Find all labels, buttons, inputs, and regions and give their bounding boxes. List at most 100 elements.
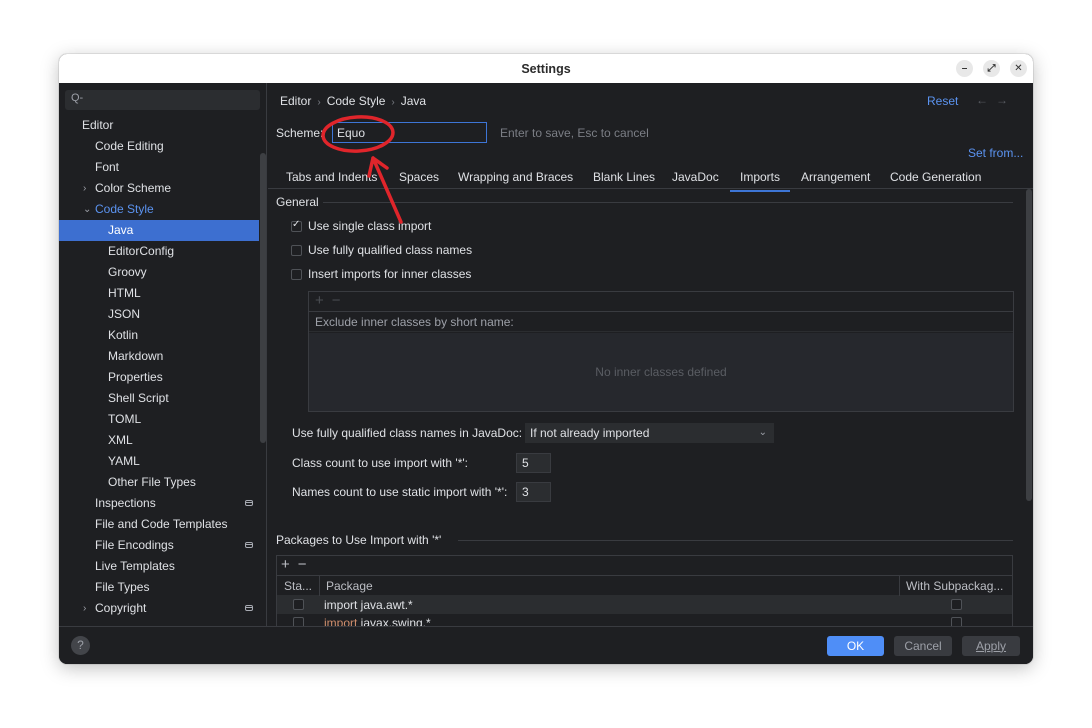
sidebar-item-editorconfig[interactable]: EditorConfig — [59, 241, 259, 262]
sidebar-item-other-file-types[interactable]: Other File Types — [59, 472, 259, 493]
tab-spaces[interactable]: Spaces — [399, 170, 439, 184]
checkbox-unchecked-icon[interactable] — [291, 244, 302, 256]
code-style-tabs: Tabs and Indents Spaces Wrapping and Bra… — [268, 165, 1033, 192]
set-from-link[interactable]: Set from... — [968, 146, 1023, 160]
sidebar-item-kotlin[interactable]: Kotlin — [59, 325, 259, 346]
help-button[interactable]: ? — [71, 636, 90, 655]
class-count-input[interactable]: 5 — [516, 453, 551, 473]
sidebar-item-editor[interactable]: Editor — [59, 115, 259, 136]
sidebar-item-code-style[interactable]: ⌄ Code Style — [59, 199, 259, 220]
static-checkbox[interactable] — [293, 599, 304, 610]
close-button[interactable]: ✕ — [1010, 60, 1027, 77]
names-count-input[interactable]: 3 — [516, 482, 551, 502]
forward-arrow-icon[interactable]: → — [996, 93, 1016, 107]
sidebar-item-yaml[interactable]: YAML — [59, 451, 259, 472]
checkbox-unchecked-icon[interactable] — [291, 268, 302, 280]
sidebar-item-color-scheme[interactable]: › Color Scheme — [59, 178, 259, 199]
chevron-right-icon[interactable]: › — [83, 178, 86, 199]
table-row[interactable]: import java.awt.* — [277, 596, 1012, 614]
names-count-label: Names count to use static import with '*… — [292, 485, 508, 499]
apply-button[interactable]: Apply — [962, 636, 1020, 656]
scheme-hint: Enter to save, Esc to cancel — [500, 126, 649, 140]
maximize-button[interactable]: ⤢ — [983, 60, 1000, 77]
chevron-down-icon: ⌄ — [758, 427, 767, 438]
project-level-icon — [245, 500, 253, 506]
inner-classes-empty-state: No inner classes defined — [309, 333, 1013, 411]
tab-code-generation[interactable]: Code Generation — [890, 170, 981, 184]
package-path: javax.swing.* — [357, 616, 431, 626]
sidebar-item-label: Editor — [82, 118, 114, 132]
add-icon[interactable]: + — [281, 556, 290, 573]
tab-tabs-and-indents[interactable]: Tabs and Indents — [286, 170, 377, 184]
sidebar-item-font[interactable]: Font — [59, 157, 259, 178]
tab-blank-lines[interactable]: Blank Lines — [593, 170, 655, 184]
sidebar-item-label: Code Style — [95, 202, 154, 216]
sidebar-item-groovy[interactable]: Groovy — [59, 262, 259, 283]
breadcrumb-editor[interactable]: Editor — [280, 94, 311, 108]
use-fully-qualified-names-checkbox[interactable]: Use fully qualified class names — [291, 243, 472, 257]
sidebar-item-label: File Encodings — [95, 538, 174, 552]
tab-arrangement[interactable]: Arrangement — [801, 170, 870, 184]
insert-imports-inner-classes-checkbox[interactable]: Insert imports for inner classes — [291, 267, 471, 281]
chevron-down-icon[interactable]: ⌄ — [83, 199, 91, 220]
tab-wrapping-and-braces[interactable]: Wrapping and Braces — [458, 170, 573, 184]
with-subpackages-checkbox[interactable] — [951, 599, 962, 610]
breadcrumb-code-style[interactable]: Code Style — [327, 94, 386, 108]
checkbox-label: Use fully qualified class names — [308, 243, 473, 257]
content-scrollbar[interactable] — [1026, 189, 1032, 501]
column-divider[interactable] — [319, 576, 320, 596]
static-checkbox[interactable] — [293, 617, 304, 626]
sidebar-item-xml[interactable]: XML — [59, 430, 259, 451]
with-subpackages-checkbox[interactable] — [951, 617, 962, 626]
cancel-button[interactable]: Cancel — [894, 636, 952, 656]
sidebar-item-label: Font — [95, 160, 120, 174]
sidebar-item-label: TOML — [108, 412, 142, 426]
sidebar-scrollbar[interactable] — [260, 153, 266, 443]
section-divider — [323, 202, 1013, 203]
sidebar-item-label: YAML — [108, 454, 140, 468]
column-static[interactable]: Sta... — [284, 576, 312, 596]
column-with-subpackages[interactable]: With Subpackag... — [906, 576, 1003, 596]
scheme-name-input[interactable] — [332, 122, 487, 143]
ok-button[interactable]: OK — [827, 636, 884, 656]
sidebar-item-live-templates[interactable]: Live Templates — [59, 556, 259, 577]
breadcrumb-separator-icon: › — [317, 97, 321, 108]
sidebar-item-file-types[interactable]: File Types — [59, 577, 259, 598]
table-row[interactable]: import javax.swing.* — [277, 614, 1012, 626]
breadcrumb: Editor › Code Style › Java — [280, 94, 426, 108]
settings-search-input[interactable]: Q- — [65, 90, 260, 110]
sidebar-item-java[interactable]: Java — [59, 220, 259, 241]
back-arrow-icon[interactable]: ← — [976, 93, 996, 107]
sidebar-item-code-editing[interactable]: Code Editing — [59, 136, 259, 157]
column-package[interactable]: Package — [326, 576, 373, 596]
sidebar-item-toml[interactable]: TOML — [59, 409, 259, 430]
use-single-class-import-checkbox[interactable]: Use single class import — [291, 219, 431, 233]
minimize-icon: – — [961, 63, 968, 74]
javadoc-fqn-select[interactable]: If not already imported ⌄ — [525, 423, 774, 443]
sidebar-item-label: Copyright — [95, 601, 147, 615]
sidebar-item-label: Inspections — [95, 496, 156, 510]
sidebar-item-label: Color Scheme — [95, 181, 172, 195]
sidebar-item-file-encodings[interactable]: File Encodings — [59, 535, 259, 556]
package-path: java.awt.* — [357, 598, 413, 612]
sidebar-item-copyright[interactable]: › Copyright — [59, 598, 259, 619]
sidebar-item-html[interactable]: HTML — [59, 283, 259, 304]
minimize-button[interactable]: – — [956, 60, 973, 77]
sidebar-item-label: Markdown — [108, 349, 164, 363]
remove-icon[interactable]: − — [298, 556, 307, 573]
tab-imports[interactable]: Imports — [729, 170, 791, 192]
tab-javadoc[interactable]: JavaDoc — [672, 170, 719, 184]
sidebar-item-shell-script[interactable]: Shell Script — [59, 388, 259, 409]
checkbox-checked-icon[interactable] — [291, 219, 302, 232]
column-divider[interactable] — [899, 576, 900, 596]
sidebar-item-json[interactable]: JSON — [59, 304, 259, 325]
sidebar-item-file-and-code-templates[interactable]: File and Code Templates — [59, 514, 259, 535]
remove-icon[interactable]: − — [332, 292, 341, 309]
sidebar-item-inspections[interactable]: Inspections — [59, 493, 259, 514]
sidebar-item-properties[interactable]: Properties — [59, 367, 259, 388]
add-icon[interactable]: + — [315, 292, 324, 309]
chevron-right-icon[interactable]: › — [83, 598, 86, 619]
sidebar-item-markdown[interactable]: Markdown — [59, 346, 259, 367]
sidebar-item-label: File and Code Templates — [95, 517, 228, 531]
reset-link[interactable]: Reset — [927, 94, 958, 108]
